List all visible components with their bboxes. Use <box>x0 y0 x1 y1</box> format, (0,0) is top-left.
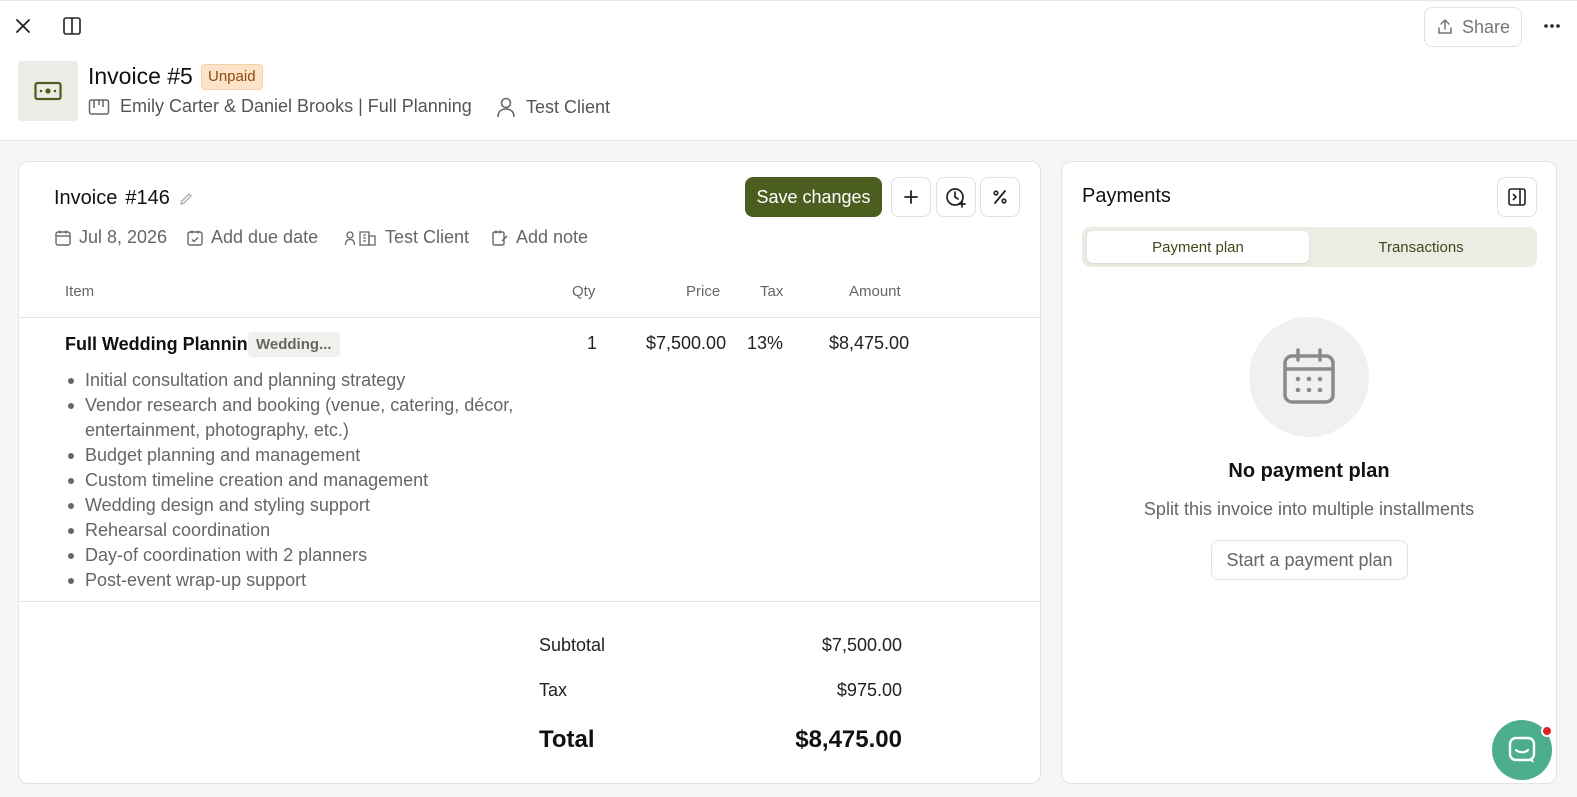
panel-right-icon <box>1508 188 1526 206</box>
edit-pencil-icon[interactable] <box>178 191 194 207</box>
project-link[interactable]: Emily Carter & Daniel Brooks | Full Plan… <box>88 96 472 117</box>
notification-dot <box>1541 725 1553 737</box>
client-building-icon <box>344 230 376 246</box>
chat-icon <box>1508 736 1536 763</box>
panel-icon[interactable] <box>61 15 83 37</box>
list-item: Budget planning and management <box>65 443 535 468</box>
add-note-label: Add note <box>516 227 589 247</box>
list-item: Post-event wrap-up support <box>65 568 535 593</box>
total-value: $8,475.00 <box>795 726 902 753</box>
invoice-client[interactable]: Test Client <box>344 227 469 248</box>
calendar-icon <box>55 230 71 246</box>
list-item: Vendor research and booking (venue, cate… <box>65 393 535 443</box>
start-payment-plan-button[interactable]: Start a payment plan <box>1211 540 1408 580</box>
add-item-button[interactable] <box>891 177 931 217</box>
tab-transactions[interactable]: Transactions <box>1310 231 1532 263</box>
item-qty: 1 <box>587 333 598 353</box>
column-header-price: Price <box>686 283 721 300</box>
close-icon[interactable] <box>12 15 34 37</box>
list-item: Initial consultation and planning strate… <box>65 368 535 393</box>
column-header-item: Item <box>65 283 95 300</box>
user-icon <box>497 97 515 118</box>
tab-payment-plan[interactable]: Payment plan <box>1087 231 1309 263</box>
issue-date-label: Jul 8, 2026 <box>79 227 168 247</box>
divider <box>19 317 1040 318</box>
list-item: Wedding design and styling support <box>65 493 535 518</box>
invoice-title: Invoice #146 <box>54 187 194 210</box>
invoice-card: Invoice #146 Save changes Jul 8, 2026 Ad… <box>18 161 1041 784</box>
tax-value: $975.00 <box>836 680 902 700</box>
item-amount: $8,475.00 <box>829 333 910 353</box>
issue-date[interactable]: Jul 8, 2026 <box>54 227 167 248</box>
item-price: $7,500.00 <box>646 333 727 353</box>
status-badge: Unpaid <box>201 64 263 90</box>
column-header-amount: Amount <box>849 283 901 300</box>
column-header-qty: Qty <box>572 283 596 300</box>
due-date-label: Add due date <box>211 227 319 247</box>
share-label: Share <box>1461 16 1511 37</box>
tax-label: Tax <box>539 680 568 700</box>
money-icon <box>34 81 62 101</box>
empty-state-title: No payment plan <box>1228 460 1390 482</box>
column-header-tax: Tax <box>760 283 784 300</box>
discount-button[interactable] <box>980 177 1020 217</box>
collapse-panel-button[interactable] <box>1497 177 1537 217</box>
invoice-number: #146 <box>125 187 170 209</box>
empty-state-subtitle: Split this invoice into multiple install… <box>1143 499 1475 519</box>
empty-state-illustration <box>1249 317 1369 437</box>
client-name: Test Client <box>526 96 611 117</box>
share-button[interactable]: Share <box>1424 7 1522 47</box>
subtotal-label: Subtotal <box>539 635 606 655</box>
calendar-icon <box>1283 348 1335 404</box>
schedule-button[interactable] <box>936 177 976 217</box>
list-item: Day-of coordination with 2 planners <box>65 543 535 568</box>
list-item: Custom timeline creation and management <box>65 468 535 493</box>
plus-icon <box>904 190 918 204</box>
item-description-list: Initial consultation and planning strate… <box>65 368 535 593</box>
payments-title: Payments <box>1082 185 1171 207</box>
page-title: Invoice #5 <box>88 63 193 89</box>
top-bar: Share Invoice #5 Unpaid Emily Carter & D… <box>0 0 1577 141</box>
total-label: Total <box>539 726 595 753</box>
due-date[interactable]: Add due date <box>186 227 318 248</box>
item-tag: Wedding... <box>248 332 340 357</box>
invoice-icon-tile <box>18 61 78 121</box>
project-icon <box>88 98 110 115</box>
project-name: Emily Carter & Daniel Brooks | Full Plan… <box>120 96 472 116</box>
share-icon <box>1438 19 1452 34</box>
list-item: Rehearsal coordination <box>65 518 535 543</box>
subtotal-value: $7,500.00 <box>821 635 902 655</box>
note-icon <box>492 230 508 246</box>
client-link[interactable]: Test Client <box>496 96 610 118</box>
item-name: Full Wedding Planning <box>65 334 259 354</box>
percent-icon <box>993 190 1007 204</box>
item-tax: 13% <box>747 333 784 353</box>
divider <box>19 601 1040 602</box>
payments-tabs: Payment plan Transactions <box>1082 227 1537 267</box>
save-changes-button[interactable]: Save changes <box>745 177 882 217</box>
invoice-title-label: Invoice <box>54 187 118 209</box>
clock-plus-icon <box>946 188 966 208</box>
calendar-check-icon <box>187 230 203 246</box>
ellipsis-icon[interactable] <box>1540 15 1564 37</box>
invoice-client-label: Test Client <box>385 227 470 247</box>
payments-card: Payments Payment plan Transactions No pa… <box>1061 161 1557 784</box>
add-note[interactable]: Add note <box>491 227 588 248</box>
